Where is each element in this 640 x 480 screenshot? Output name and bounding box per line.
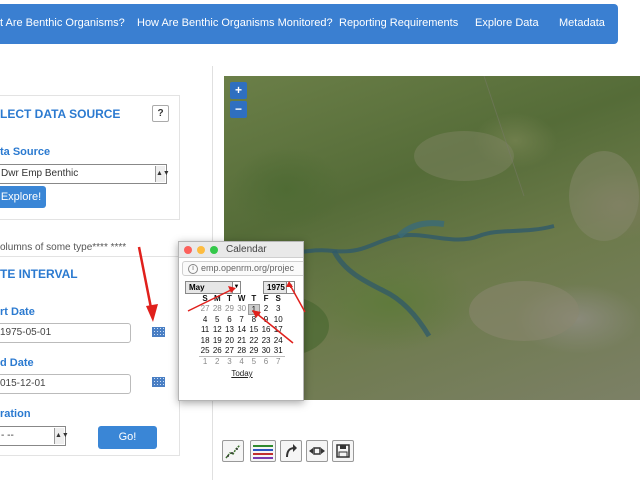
arrow-to-year [289, 284, 306, 313]
arrow-to-calendar-icon [137, 246, 154, 314]
arrow-head [228, 286, 236, 293]
arrow-to-day [255, 312, 294, 344]
arrow-head [146, 304, 158, 322]
arrow-to-month [187, 288, 234, 312]
page: t Are Benthic Organisms? How Are Benthic… [0, 0, 640, 480]
annotation-arrows [137, 246, 306, 344]
arrow-head [286, 281, 293, 287]
